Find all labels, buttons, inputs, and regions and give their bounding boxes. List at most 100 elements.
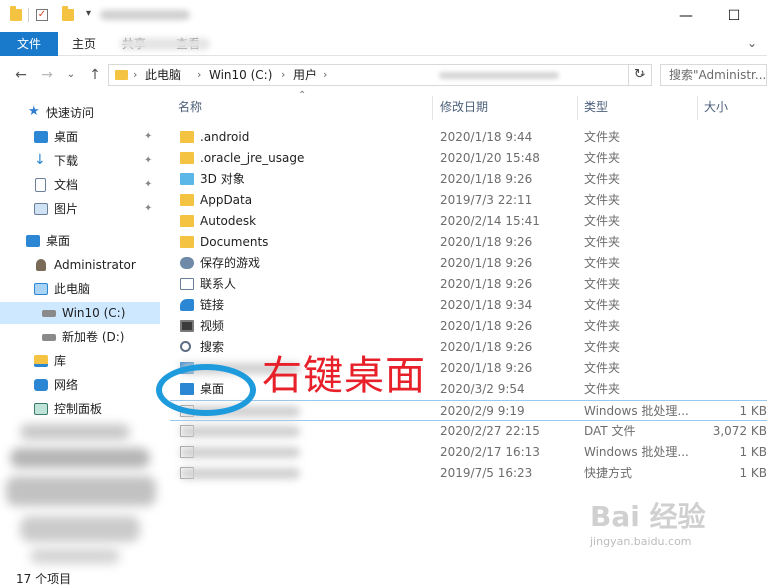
column-divider[interactable] — [697, 96, 698, 120]
navigation-pane: ★ 快速访问 桌面 ✦ ↓ 下载 ✦ 文档 ✦ 图片 ✦ 桌面 Administ… — [0, 92, 160, 572]
sidebar-item-desktop-root[interactable]: 桌面 — [0, 230, 160, 252]
search-input[interactable]: 搜索"Administr... — [660, 64, 767, 86]
navigation-bar: ← → ⌄ ↑ › 此电脑 › Win10 (C:) › 用户 › ⌄ ↻ 搜索… — [0, 60, 767, 90]
breadcrumb-drive-c[interactable]: Win10 (C:) — [209, 68, 272, 82]
minimize-button[interactable]: — — [672, 6, 700, 26]
file-row[interactable]: 搜索 2020/1/18 9:26 文件夹 — [170, 337, 767, 358]
file-row[interactable]: .android 2020/1/18 9:44 文件夹 — [170, 127, 767, 148]
sidebar-item-label: 库 — [54, 354, 67, 368]
maximize-button[interactable]: ☐ — [720, 6, 748, 26]
back-button[interactable]: ← — [12, 65, 30, 85]
ribbon-tabs: 文件 主页 共享 查看 ⌄ — [0, 32, 767, 56]
file-type: Windows 批处理... — [584, 445, 689, 459]
window-title-redacted — [100, 10, 190, 20]
chevron-right-icon[interactable]: › — [281, 68, 285, 81]
sidebar-item-desktop[interactable]: 桌面 ✦ — [0, 126, 160, 148]
file-size: 1 KB — [739, 404, 767, 418]
folder-icon — [180, 131, 194, 143]
watermark: Bai 经验 jingyan.baidu.com — [590, 495, 760, 555]
column-header-size[interactable]: 大小 — [704, 96, 728, 118]
pin-icon[interactable]: ✦ — [144, 126, 152, 148]
file-type: Windows 批处理... — [584, 404, 689, 418]
file-row[interactable]: AppData 2019/7/3 22:11 文件夹 — [170, 190, 767, 211]
file-date: 2020/1/18 9:26 — [440, 319, 533, 333]
chevron-right-icon[interactable]: › — [197, 68, 201, 81]
file-row[interactable]: 桌面 2020/3/2 9:54 文件夹 — [170, 379, 767, 400]
file-size: 3,072 KB — [712, 424, 767, 438]
user-icon — [36, 259, 46, 271]
folder-icon[interactable] — [10, 6, 22, 21]
breadcrumb-this-pc[interactable]: 此电脑 — [145, 68, 181, 82]
chevron-right-icon[interactable]: › — [323, 68, 327, 81]
pin-icon[interactable]: ✦ — [144, 198, 152, 220]
file-row[interactable]: 2020/2/17 16:13 Windows 批处理... 1 KB — [170, 442, 767, 463]
sidebar-item-network[interactable]: 网络 — [0, 374, 160, 396]
file-type: 文件夹 — [584, 235, 621, 249]
address-bar[interactable]: › 此电脑 › Win10 (C:) › 用户 › ⌄ — [108, 64, 652, 86]
sidebar-item-administrator[interactable]: Administrator — [0, 254, 160, 276]
recent-locations-button[interactable]: ⌄ — [62, 65, 80, 85]
sidebar-item-label: 网络 — [54, 378, 79, 392]
file-row[interactable]: 2019/7/5 16:23 快捷方式 1 KB — [170, 463, 767, 484]
folder-icon — [180, 236, 194, 248]
sidebar-item-this-pc[interactable]: 此电脑 — [0, 278, 160, 300]
file-row[interactable]: 视频 2020/1/18 9:26 文件夹 — [170, 316, 767, 337]
pin-icon[interactable]: ✦ — [144, 174, 152, 196]
pin-icon[interactable]: ✦ — [144, 150, 152, 172]
title-bar: ✓ ▾ — ☐ — [0, 0, 767, 32]
new-folder-icon[interactable] — [62, 6, 74, 21]
sidebar-item-label: 此电脑 — [54, 282, 91, 296]
library-icon — [34, 355, 48, 367]
contacts-icon — [180, 278, 194, 290]
file-date: 2020/1/18 9:26 — [440, 277, 533, 291]
tab-file[interactable]: 文件 — [0, 32, 58, 56]
sidebar-item-drive-c[interactable]: Win10 (C:) — [0, 302, 160, 324]
breadcrumb-users[interactable]: 用户 — [293, 68, 317, 82]
annotation-circle — [156, 364, 256, 416]
file-row[interactable]: 保存的游戏 2020/1/18 9:26 文件夹 — [170, 253, 767, 274]
sidebar-item-label: Administrator — [54, 258, 136, 272]
file-row[interactable]: Documents 2020/1/18 9:26 文件夹 — [170, 232, 767, 253]
expand-ribbon-icon[interactable]: ⌄ — [747, 36, 757, 50]
videos-icon — [180, 320, 194, 332]
file-type: 快捷方式 — [584, 466, 633, 480]
sidebar-item-label: 下载 — [54, 154, 79, 168]
file-row[interactable]: 链接 2020/1/18 9:34 文件夹 — [170, 295, 767, 316]
breadcrumb-redacted — [439, 72, 559, 79]
file-row[interactable]: 联系人 2020/1/18 9:26 文件夹 — [170, 274, 767, 295]
sidebar-item-downloads[interactable]: ↓ 下载 ✦ — [0, 150, 160, 172]
up-button[interactable]: ↑ — [86, 65, 104, 85]
column-header-type[interactable]: 类型 — [584, 96, 608, 118]
file-row[interactable]: 2020/2/27 22:15 DAT 文件 3,072 KB — [170, 421, 767, 442]
file-row[interactable]: 2020/2/9 9:19 Windows 批处理... 1 KB — [170, 400, 767, 421]
customize-toolbar-icon[interactable]: ▾ — [86, 8, 91, 19]
file-row[interactable]: 3D 对象 2020/1/18 9:26 文件夹 — [170, 169, 767, 190]
forward-button[interactable]: → — [38, 65, 56, 85]
file-date: 2020/1/18 9:34 — [440, 298, 533, 312]
properties-icon[interactable]: ✓ — [36, 9, 48, 21]
sidebar-item-documents[interactable]: 文档 ✦ — [0, 174, 160, 196]
search-icon — [180, 341, 191, 352]
file-row[interactable]: Autodesk 2020/2/14 15:41 文件夹 — [170, 211, 767, 232]
file-date: 2020/1/18 9:26 — [440, 340, 533, 354]
sidebar-item-quick-access[interactable]: ★ 快速访问 — [0, 102, 160, 124]
folder-icon — [180, 215, 194, 227]
sidebar-item-drive-d[interactable]: 新加卷 (D:) — [0, 326, 160, 348]
column-divider[interactable] — [432, 96, 433, 120]
tab-home[interactable]: 主页 — [62, 32, 106, 56]
sidebar-item-libraries[interactable]: 库 — [0, 350, 160, 372]
file-row[interactable]: 2020/1/18 9:26 文件夹 — [170, 358, 767, 379]
folder-icon — [180, 194, 194, 206]
refresh-button[interactable]: ↻ — [628, 64, 650, 86]
sidebar-item-pictures[interactable]: 图片 ✦ — [0, 198, 160, 220]
sidebar-item-control-panel[interactable]: 控制面板 — [0, 398, 160, 420]
file-type: 文件夹 — [584, 151, 621, 165]
column-divider[interactable] — [577, 96, 578, 120]
chevron-right-icon[interactable]: › — [133, 68, 137, 81]
file-type: 文件夹 — [584, 361, 621, 375]
file-type: 文件夹 — [584, 130, 621, 144]
column-header-date[interactable]: 修改日期 — [440, 96, 488, 118]
desktop-icon — [34, 131, 48, 143]
column-header-name[interactable]: 名称 — [178, 96, 202, 118]
file-row[interactable]: .oracle_jre_usage 2020/1/20 15:48 文件夹 — [170, 148, 767, 169]
